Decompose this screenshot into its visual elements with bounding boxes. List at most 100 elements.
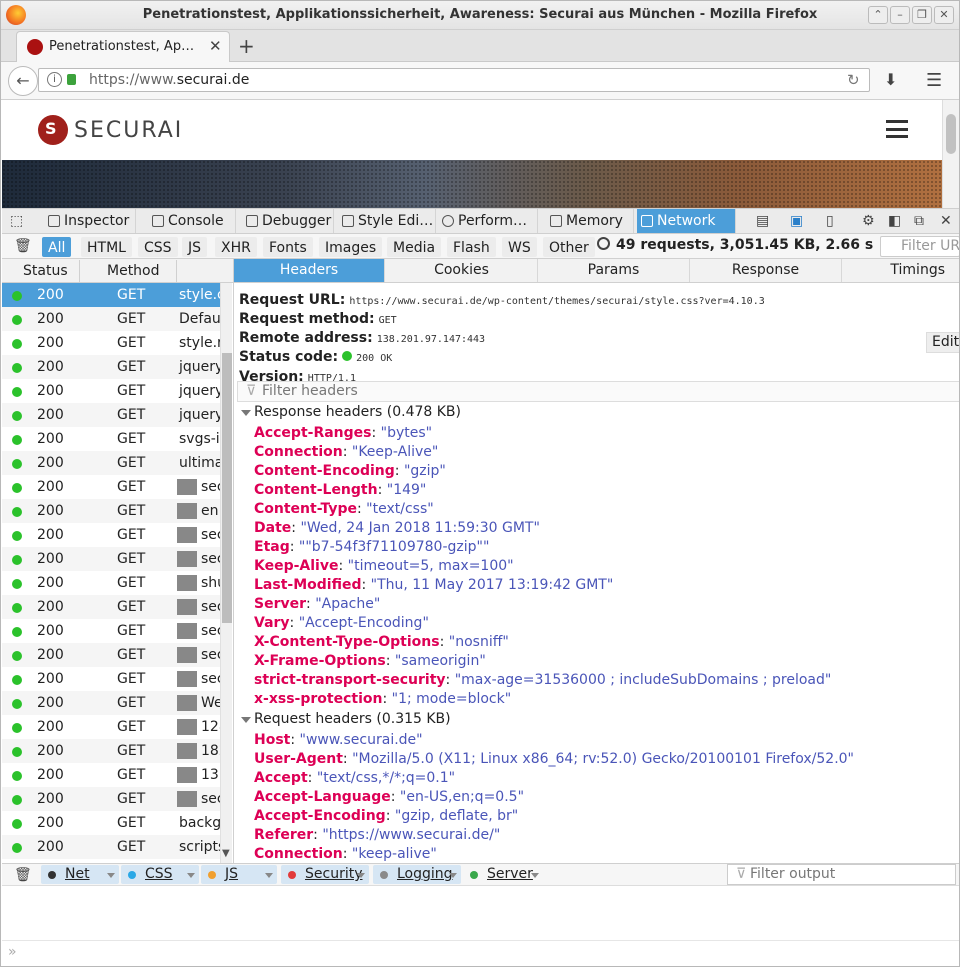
- header-entry[interactable]: Accept: "text/css,*/*;q=0.1": [254, 770, 455, 786]
- filter-images-button[interactable]: Images: [319, 237, 383, 257]
- console-filter-server[interactable]: Server: [463, 865, 543, 884]
- settings-gear-icon[interactable]: ⚙: [862, 213, 875, 229]
- dropdown-arrow-icon[interactable]: [107, 873, 115, 878]
- header-entry[interactable]: Server: "Apache": [254, 596, 380, 612]
- page-scrollbar[interactable]: [942, 100, 960, 208]
- responsive-mode-icon[interactable]: ▯: [826, 213, 834, 229]
- header-entry[interactable]: Last-Modified: "Thu, 11 May 2017 13:19:4…: [254, 577, 613, 593]
- reload-icon[interactable]: ↻: [847, 71, 860, 89]
- console-filter-logging[interactable]: Logging: [373, 865, 461, 884]
- header-entry[interactable]: X-Frame-Options: "sameorigin": [254, 653, 486, 669]
- tab-debugger[interactable]: Debugger: [242, 209, 334, 233]
- filter-other-button[interactable]: Other: [543, 237, 595, 257]
- back-button[interactable]: ←: [8, 66, 38, 96]
- request-row[interactable]: 200 GET 182: [2, 739, 220, 763]
- undock-window-icon[interactable]: ⧉: [914, 213, 924, 229]
- header-entry[interactable]: User-Agent: "Mozilla/5.0 (X11; Linux x86…: [254, 751, 854, 767]
- filter-media-button[interactable]: Media: [387, 237, 442, 257]
- filter-xhr-button[interactable]: XHR: [215, 237, 257, 257]
- tab-close-icon[interactable]: ✕: [209, 37, 222, 55]
- request-row[interactable]: 200 GET style.c: [2, 283, 220, 307]
- header-entry[interactable]: Accept-Encoding: "gzip, deflate, br": [254, 808, 518, 824]
- url-bar[interactable]: i https://www.securai.de ↻: [38, 68, 870, 92]
- request-row[interactable]: 200 GET 128: [2, 715, 220, 739]
- scroll-down-icon[interactable]: ▼: [222, 848, 230, 859]
- tab-console[interactable]: Console: [148, 209, 236, 233]
- request-row[interactable]: 200 GET jquery: [2, 379, 220, 403]
- tab-cookies[interactable]: Cookies: [386, 259, 538, 282]
- summary-value[interactable]: GET: [379, 315, 397, 326]
- header-entry[interactable]: Connection: "keep-alive": [254, 846, 437, 862]
- info-icon[interactable]: i: [47, 72, 62, 87]
- page-scrollbar-thumb[interactable]: [946, 114, 956, 154]
- request-row[interactable]: 200 GET scripts: [2, 835, 220, 859]
- clear-trash-icon[interactable]: 🗑: [14, 238, 32, 254]
- console-filter-css[interactable]: CSS: [121, 865, 199, 884]
- filter-html-button[interactable]: HTML: [81, 237, 132, 257]
- request-row[interactable]: 200 GET sec: [2, 523, 220, 547]
- filter-flash-button[interactable]: Flash: [447, 237, 496, 257]
- window-up-button[interactable]: ⌃: [868, 6, 888, 24]
- hamburger-menu-icon[interactable]: ☰: [926, 70, 942, 91]
- tab-params[interactable]: Params: [538, 259, 690, 282]
- dropdown-arrow-icon[interactable]: [187, 873, 195, 878]
- window-restore-button[interactable]: ❐: [912, 6, 932, 24]
- request-row[interactable]: 200 GET en.: [2, 499, 220, 523]
- request-row[interactable]: 200 GET jquery: [2, 403, 220, 427]
- request-row[interactable]: 200 GET shu: [2, 571, 220, 595]
- column-method[interactable]: Method: [107, 263, 160, 279]
- filter-css-button[interactable]: CSS: [138, 237, 178, 257]
- header-entry[interactable]: Content-Type: "text/css": [254, 501, 434, 517]
- request-row[interactable]: 200 GET jquery: [2, 355, 220, 379]
- split-console-icon[interactable]: ▤: [756, 213, 769, 229]
- filter-all-button[interactable]: All: [42, 237, 72, 257]
- tab-network[interactable]: Network: [637, 209, 736, 233]
- header-entry[interactable]: Date: "Wed, 24 Jan 2018 11:59:30 GMT": [254, 520, 540, 536]
- header-entry[interactable]: Vary: "Accept-Encoding": [254, 615, 429, 631]
- headers-section-toggle[interactable]: Request headers (0.315 KB): [241, 711, 451, 727]
- header-entry[interactable]: Content-Encoding: "gzip": [254, 463, 446, 479]
- dropdown-arrow-icon[interactable]: [265, 873, 273, 878]
- request-row[interactable]: 200 GET style.r: [2, 331, 220, 355]
- console-input-prompt[interactable]: »: [8, 944, 17, 960]
- tab-headers[interactable]: Headers: [234, 259, 385, 282]
- request-row[interactable]: 200 GET sec: [2, 547, 220, 571]
- browser-tab[interactable]: Penetrationstest, Ap… ✕: [16, 31, 230, 62]
- download-icon[interactable]: ⬇: [884, 70, 897, 89]
- header-entry[interactable]: Accept-Ranges: "bytes": [254, 425, 432, 441]
- request-row[interactable]: 200 GET sec: [2, 667, 220, 691]
- tab-response[interactable]: Response: [690, 259, 842, 282]
- summary-value[interactable]: 200 OK: [356, 353, 392, 364]
- request-list-scrollbar[interactable]: ▼: [220, 283, 232, 863]
- summary-value[interactable]: https://www.securai.de/wp-content/themes…: [349, 296, 764, 307]
- site-menu-icon[interactable]: [886, 120, 908, 138]
- header-entry[interactable]: Content-Length: "149": [254, 482, 426, 498]
- edit-resend-button[interactable]: Edit: [926, 332, 960, 353]
- request-row[interactable]: 200 GET sec: [2, 787, 220, 811]
- request-row[interactable]: 200 GET 137: [2, 763, 220, 787]
- pick-element-icon[interactable]: ⬚: [10, 213, 23, 229]
- filter-urls-input[interactable]: Filter URLs: [880, 236, 960, 257]
- tab-memory[interactable]: Memory: [546, 209, 634, 233]
- request-row[interactable]: 200 GET Defau: [2, 307, 220, 331]
- console-clear-icon[interactable]: 🗑: [14, 867, 32, 883]
- header-entry[interactable]: Etag: ""b7-54f3f71109780-gzip"": [254, 539, 489, 555]
- filter-js-button[interactable]: JS: [182, 237, 208, 257]
- request-row[interactable]: 200 GET sec: [2, 619, 220, 643]
- header-entry[interactable]: X-Content-Type-Options: "nosniff": [254, 634, 509, 650]
- request-row[interactable]: 200 GET svgs-i: [2, 427, 220, 451]
- window-close-button[interactable]: ✕: [934, 6, 954, 24]
- dock-side-icon[interactable]: ◧: [888, 213, 901, 229]
- console-filter-net[interactable]: Net: [41, 865, 119, 884]
- request-row[interactable]: 200 GET sec: [2, 595, 220, 619]
- header-entry[interactable]: x-xss-protection: "1; mode=block": [254, 691, 511, 707]
- tab-performance[interactable]: Perform…: [438, 209, 538, 233]
- tab-timings[interactable]: Timings: [842, 259, 960, 282]
- securai-logo-text[interactable]: SECURAI: [74, 118, 183, 143]
- tab-inspector[interactable]: Inspector: [44, 209, 136, 233]
- filter-fonts-button[interactable]: Fonts: [263, 237, 313, 257]
- header-entry[interactable]: Referer: "https://www.securai.de/": [254, 827, 500, 843]
- console-filter-security[interactable]: Security: [281, 865, 369, 884]
- console-filter-js[interactable]: JS: [201, 865, 277, 884]
- header-entry[interactable]: Accept-Language: "en-US,en;q=0.5": [254, 789, 524, 805]
